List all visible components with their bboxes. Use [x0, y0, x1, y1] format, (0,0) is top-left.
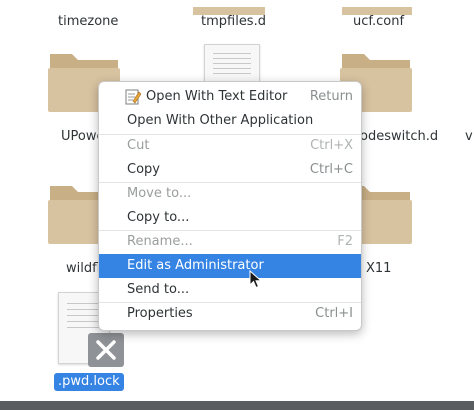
file-label-pwd-lock[interactable]: .pwd.lock — [54, 373, 124, 391]
menu-item-accel: Return — [309, 89, 353, 104]
menu-item-label: Properties — [127, 306, 193, 321]
menu-item-label: Send to... — [127, 282, 190, 297]
file-label-ucf[interactable]: ucf.conf — [353, 14, 404, 29]
file-label-edge-v[interactable]: v — [465, 129, 473, 144]
menu-item-label: Copy — [127, 162, 160, 177]
mouse-cursor-icon — [249, 269, 263, 290]
file-label-timezone[interactable]: timezone — [58, 14, 118, 29]
menu-item-move-to[interactable]: Move to... — [99, 182, 361, 206]
folder-icon[interactable] — [342, 0, 412, 15]
bottom-bar — [0, 401, 474, 410]
text-editor-icon — [125, 89, 142, 105]
folder-icon[interactable] — [193, 0, 265, 15]
menu-item-rename[interactable]: Rename... F2 — [99, 230, 361, 254]
close-icon[interactable] — [88, 333, 124, 367]
document-icon[interactable] — [204, 44, 260, 86]
menu-item-properties[interactable]: Properties Ctrl+I — [99, 302, 361, 326]
menu-item-label: Open With Text Editor — [146, 89, 288, 104]
menu-item-send-to[interactable]: Send to... — [99, 278, 361, 302]
menu-item-accel: F2 — [337, 234, 353, 249]
file-label-tmpfiles[interactable]: tmpfiles.d — [201, 14, 266, 29]
menu-item-label: Edit as Administrator — [127, 258, 264, 273]
menu-item-accel: Ctrl+X — [310, 138, 353, 153]
menu-item-copy-to[interactable]: Copy to... — [99, 206, 361, 230]
menu-item-open-other-app[interactable]: Open With Other Application — [99, 109, 361, 133]
menu-item-label: Copy to... — [127, 210, 190, 225]
menu-item-cut[interactable]: Cut Ctrl+X — [99, 134, 361, 158]
menu-item-accel: Ctrl+C — [309, 162, 353, 177]
menu-item-label: Open With Other Application — [127, 113, 314, 128]
menu-item-edit-as-admin[interactable]: Edit as Administrator — [99, 254, 361, 278]
menu-item-label: Move to... — [127, 186, 192, 201]
menu-item-accel: Ctrl+I — [315, 306, 353, 321]
file-label-modeswitch[interactable]: odeswitch.d — [360, 129, 438, 144]
menu-item-open-text-editor[interactable]: Open With Text Editor Return — [99, 85, 361, 109]
menu-item-copy[interactable]: Copy Ctrl+C — [99, 158, 361, 182]
file-label-x11[interactable]: X11 — [366, 261, 391, 276]
menu-item-label: Rename... — [127, 234, 193, 249]
context-menu: Open With Text Editor Return Open With O… — [98, 81, 362, 331]
file-label-wildfly[interactable]: wildfl — [66, 261, 100, 276]
menu-item-label: Cut — [127, 138, 150, 153]
